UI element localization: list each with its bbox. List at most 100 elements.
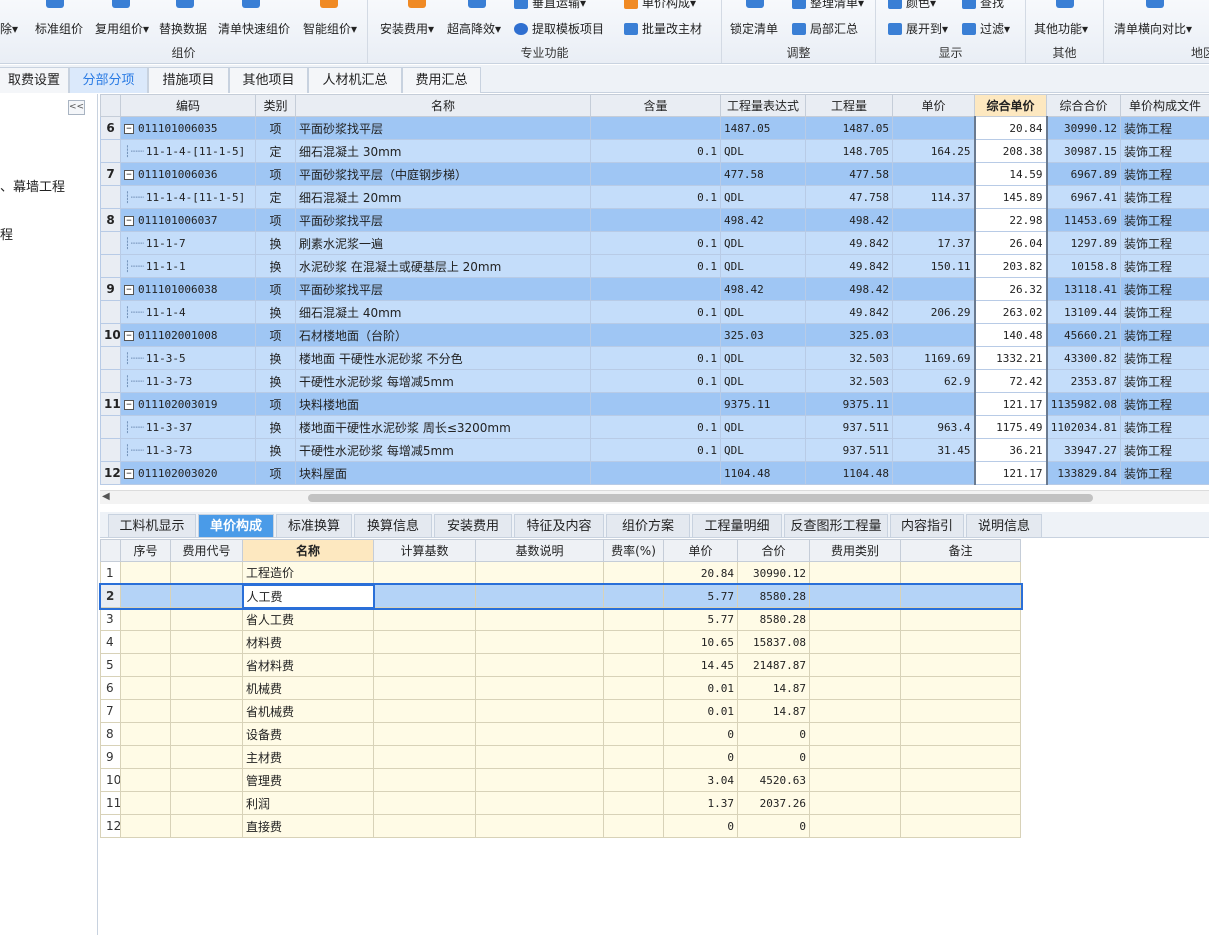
cell-quantity[interactable]: 47.758 bbox=[805, 185, 893, 209]
cell-unit-price[interactable]: 36.21 bbox=[973, 438, 1048, 462]
cell-quantity-expr[interactable]: 9375.11 bbox=[720, 392, 806, 416]
quota-row[interactable]: ┊┈┈ 11-1-1 换水泥砂浆 在混凝土或硬基层上 20mm 0.1 QDL 49.84… bbox=[100, 254, 1209, 278]
row-number[interactable] bbox=[100, 369, 121, 393]
cell-content[interactable] bbox=[590, 461, 721, 485]
lower-header-code[interactable]: 费用代号 bbox=[170, 539, 243, 562]
scrollbar-thumb[interactable] bbox=[308, 494, 1093, 502]
fee-row[interactable]: 3 省人工费 5.77 8580.28 bbox=[100, 607, 1021, 631]
cell-name[interactable]: 石材楼地面（台阶） bbox=[295, 323, 591, 347]
fee-row[interactable]: 6 机械费 0.01 14.87 bbox=[100, 676, 1021, 700]
cell-quantity[interactable]: 32.503 bbox=[805, 369, 893, 393]
tab-content-guide[interactable]: 内容指引 bbox=[890, 514, 964, 538]
tab-graphic-quantity[interactable]: 反查图形工程量 bbox=[784, 514, 888, 538]
cell-category[interactable]: 换 bbox=[255, 438, 296, 462]
fee-seq[interactable] bbox=[120, 699, 171, 723]
cell-file[interactable]: 装饰工程 bbox=[1120, 277, 1209, 301]
cell-quantity-expr[interactable]: QDL bbox=[720, 369, 806, 393]
fee-seq[interactable] bbox=[120, 607, 171, 631]
fee-price[interactable]: 3.04 bbox=[663, 768, 738, 792]
fee-code[interactable] bbox=[170, 630, 243, 654]
fee-total[interactable]: 0 bbox=[737, 722, 810, 746]
cell-code[interactable]: ┊┈┈ 11-3-73 bbox=[120, 438, 256, 462]
collapse-node-icon[interactable]: − bbox=[124, 284, 134, 295]
cell-quantity[interactable]: 498.42 bbox=[805, 277, 893, 301]
cell-quantity-expr[interactable]: QDL bbox=[720, 185, 806, 209]
row-number[interactable]: 7 bbox=[100, 162, 121, 186]
cell-code[interactable]: −011102003020 bbox=[120, 461, 256, 485]
tab-price-composition[interactable]: 单价构成 bbox=[198, 514, 274, 538]
cell-quantity-expr[interactable]: QDL bbox=[720, 415, 806, 439]
cell-name[interactable]: 楼地面干硬性水泥砂浆 周长≤3200mm bbox=[295, 415, 591, 439]
cell-content[interactable] bbox=[590, 208, 721, 232]
list-item-row[interactable]: 9−011101006038 项平面砂浆找平层 498.42 498.42 26.32 1… bbox=[100, 277, 1209, 301]
fee-remark[interactable] bbox=[900, 630, 1021, 654]
cell-file[interactable]: 装饰工程 bbox=[1120, 139, 1209, 163]
fee-total[interactable]: 14.87 bbox=[737, 676, 810, 700]
row-number[interactable] bbox=[100, 231, 121, 255]
cell-name[interactable]: 细石混凝土 40mm bbox=[295, 300, 591, 324]
cell-unit-price[interactable]: 140.48 bbox=[973, 323, 1048, 347]
tab-quantity-detail[interactable]: 工程量明细 bbox=[692, 514, 782, 538]
expand-to-button[interactable]: 展开到▾ bbox=[888, 20, 948, 37]
smart-pricing-button[interactable]: 智能组价▾ bbox=[303, 20, 357, 37]
cell-content[interactable] bbox=[590, 277, 721, 301]
cell-price[interactable]: 17.37 bbox=[892, 231, 975, 255]
cell-unit-price[interactable]: 121.17 bbox=[973, 392, 1048, 416]
fee-base-desc[interactable] bbox=[475, 768, 604, 792]
high-rise-button[interactable]: 超高降效▾ bbox=[447, 20, 501, 37]
fee-base-desc[interactable] bbox=[475, 630, 604, 654]
collapse-node-icon[interactable]: − bbox=[124, 468, 134, 479]
cell-code[interactable]: −011101006035 bbox=[120, 116, 256, 140]
header-quantity[interactable]: 工程量 bbox=[805, 94, 893, 117]
fee-type[interactable] bbox=[809, 630, 901, 654]
quota-row[interactable]: ┊┈┈ 11-3-5 换楼地面 干硬性水泥砂浆 不分色 0.1 QDL 32.503 116… bbox=[100, 346, 1209, 370]
fee-base[interactable] bbox=[373, 768, 476, 792]
collapse-node-icon[interactable]: − bbox=[124, 399, 134, 410]
fee-total[interactable]: 14.87 bbox=[737, 699, 810, 723]
lower-header-total[interactable]: 合价 bbox=[737, 539, 810, 562]
cell-total[interactable]: 30990.12 bbox=[1046, 116, 1121, 140]
fee-price[interactable]: 10.65 bbox=[663, 630, 738, 654]
cell-code[interactable]: −011102001008 bbox=[120, 323, 256, 347]
fee-base[interactable] bbox=[373, 722, 476, 746]
header-category[interactable]: 类别 bbox=[255, 94, 296, 117]
cell-category[interactable]: 项 bbox=[255, 277, 296, 301]
cell-category[interactable]: 换 bbox=[255, 231, 296, 255]
fee-base[interactable] bbox=[373, 791, 476, 815]
price-composition-button[interactable]: 单价构成▾ bbox=[624, 0, 696, 11]
cell-quantity[interactable]: 9375.11 bbox=[805, 392, 893, 416]
fee-name[interactable]: 利润 bbox=[242, 791, 374, 815]
row-number[interactable] bbox=[100, 438, 121, 462]
fee-total[interactable]: 4520.63 bbox=[737, 768, 810, 792]
cell-content[interactable]: 0.1 bbox=[590, 438, 721, 462]
fee-row-number[interactable]: 8 bbox=[100, 722, 121, 746]
list-item-row[interactable]: 8−011101006037 项平面砂浆找平层 498.42 498.42 22.98 1… bbox=[100, 208, 1209, 232]
cell-total[interactable]: 6967.89 bbox=[1046, 162, 1121, 186]
cell-quantity-expr[interactable]: 1104.48 bbox=[720, 461, 806, 485]
cell-name[interactable]: 水泥砂浆 在混凝土或硬基层上 20mm bbox=[295, 254, 591, 278]
header-content[interactable]: 含量 bbox=[590, 94, 721, 117]
fee-base[interactable] bbox=[373, 814, 476, 838]
fee-type[interactable] bbox=[809, 653, 901, 677]
fee-row-number[interactable]: 6 bbox=[100, 676, 121, 700]
fee-base-desc[interactable] bbox=[475, 699, 604, 723]
horizontal-scrollbar[interactable]: ◀ bbox=[100, 490, 1209, 504]
fee-code[interactable] bbox=[170, 676, 243, 700]
fee-row[interactable]: 9 主材费 0 0 bbox=[100, 745, 1021, 769]
fee-base[interactable] bbox=[373, 561, 476, 585]
lower-header-name[interactable]: 名称 bbox=[242, 539, 374, 562]
cell-price[interactable]: 1169.69 bbox=[892, 346, 975, 370]
fee-price[interactable]: 0 bbox=[663, 814, 738, 838]
cell-quantity[interactable]: 325.03 bbox=[805, 323, 893, 347]
lower-header-fee-type[interactable]: 费用类别 bbox=[809, 539, 901, 562]
cell-unit-price[interactable]: 72.42 bbox=[973, 369, 1048, 393]
fee-row-number[interactable]: 12 bbox=[100, 814, 121, 838]
lower-header-rate[interactable]: 费率(%) bbox=[603, 539, 664, 562]
fee-base[interactable] bbox=[373, 584, 476, 608]
fee-seq[interactable] bbox=[120, 791, 171, 815]
cell-price[interactable]: 963.4 bbox=[892, 415, 975, 439]
cell-category[interactable]: 换 bbox=[255, 346, 296, 370]
fee-code[interactable] bbox=[170, 791, 243, 815]
lower-header-remark[interactable]: 备注 bbox=[900, 539, 1021, 562]
quota-row[interactable]: ┊┈┈ 11-1-4 换细石混凝土 40mm 0.1 QDL 49.842 206.29 26… bbox=[100, 300, 1209, 324]
